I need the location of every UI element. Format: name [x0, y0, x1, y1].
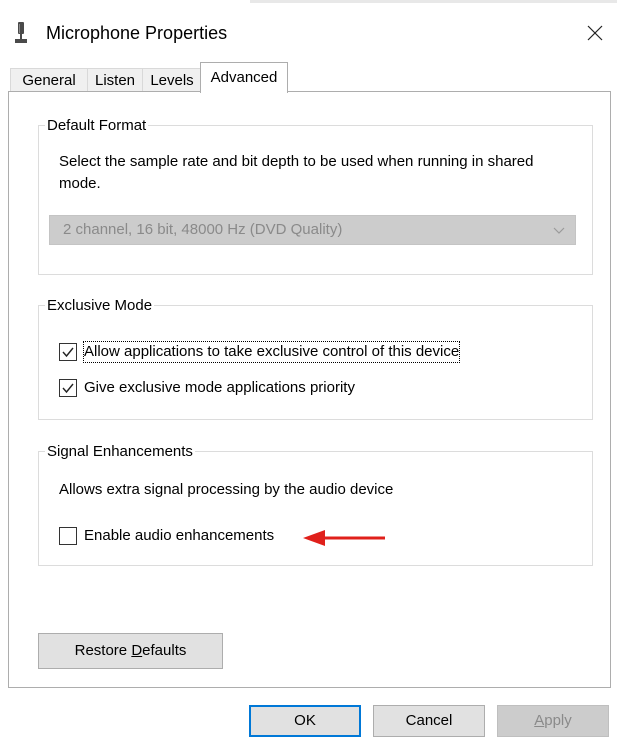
apply-button[interactable]: Apply — [497, 705, 609, 737]
sample-rate-value: 2 channel, 16 bit, 48000 Hz (DVD Quality… — [63, 221, 343, 238]
restore-defaults-accelerator: D — [131, 642, 143, 659]
enable-enhancements-checkbox-row[interactable]: Enable audio enhancements — [59, 525, 299, 549]
signal-enhancements-description: Allows extra signal processing by the au… — [59, 481, 394, 498]
dialog-window: Microphone Properties General Listen Lev… — [0, 0, 617, 746]
default-format-group: Default Format — [38, 117, 593, 275]
exclusive-priority-checkbox-row[interactable]: Give exclusive mode applications priorit… — [59, 377, 499, 401]
tab-advanced[interactable]: Advanced — [200, 62, 288, 93]
top-edge — [0, 0, 617, 6]
default-format-description: Select the sample rate and bit depth to … — [59, 153, 534, 192]
dialog-title: Microphone Properties — [46, 23, 228, 43]
close-icon[interactable] — [580, 20, 608, 46]
tab-strip: General Listen Levels Advanced — [0, 62, 617, 93]
chevron-down-icon — [553, 227, 565, 234]
cancel-button[interactable]: Cancel — [373, 705, 485, 737]
tab-general[interactable]: General — [10, 68, 88, 92]
apply-accelerator: A — [534, 712, 545, 729]
allow-exclusive-label[interactable]: Allow applications to take exclusive con… — [82, 341, 461, 363]
allow-exclusive-checkbox-row[interactable]: Allow applications to take exclusive con… — [59, 341, 499, 365]
red-arrow-icon — [303, 530, 385, 546]
tab-listen[interactable]: Listen — [87, 68, 143, 92]
allow-exclusive-checkbox[interactable] — [59, 343, 77, 361]
restore-defaults-button[interactable]: Restore Defaults — [38, 633, 223, 669]
enable-enhancements-label[interactable]: Enable audio enhancements — [84, 526, 274, 546]
exclusive-priority-checkbox[interactable] — [59, 379, 77, 397]
default-format-legend: Default Format — [47, 117, 147, 134]
sample-rate-dropdown[interactable]: 2 channel, 16 bit, 48000 Hz (DVD Quality… — [49, 215, 576, 245]
ok-button[interactable]: OK — [249, 705, 361, 737]
apply-label-end: pply — [544, 712, 572, 729]
restore-defaults-label-start: Restore — [74, 642, 132, 659]
checkmark-icon — [62, 383, 74, 394]
title-bar[interactable]: Microphone Properties — [0, 10, 617, 56]
checkmark-icon — [62, 347, 74, 358]
restore-defaults-label-end: efaults — [142, 642, 187, 659]
exclusive-mode-legend: Exclusive Mode — [47, 297, 153, 314]
enable-enhancements-checkbox[interactable] — [59, 527, 77, 545]
exclusive-priority-label[interactable]: Give exclusive mode applications priorit… — [84, 378, 355, 398]
signal-enhancements-legend: Signal Enhancements — [47, 443, 193, 460]
microphone-icon — [15, 22, 27, 43]
tab-levels[interactable]: Levels — [142, 68, 202, 92]
